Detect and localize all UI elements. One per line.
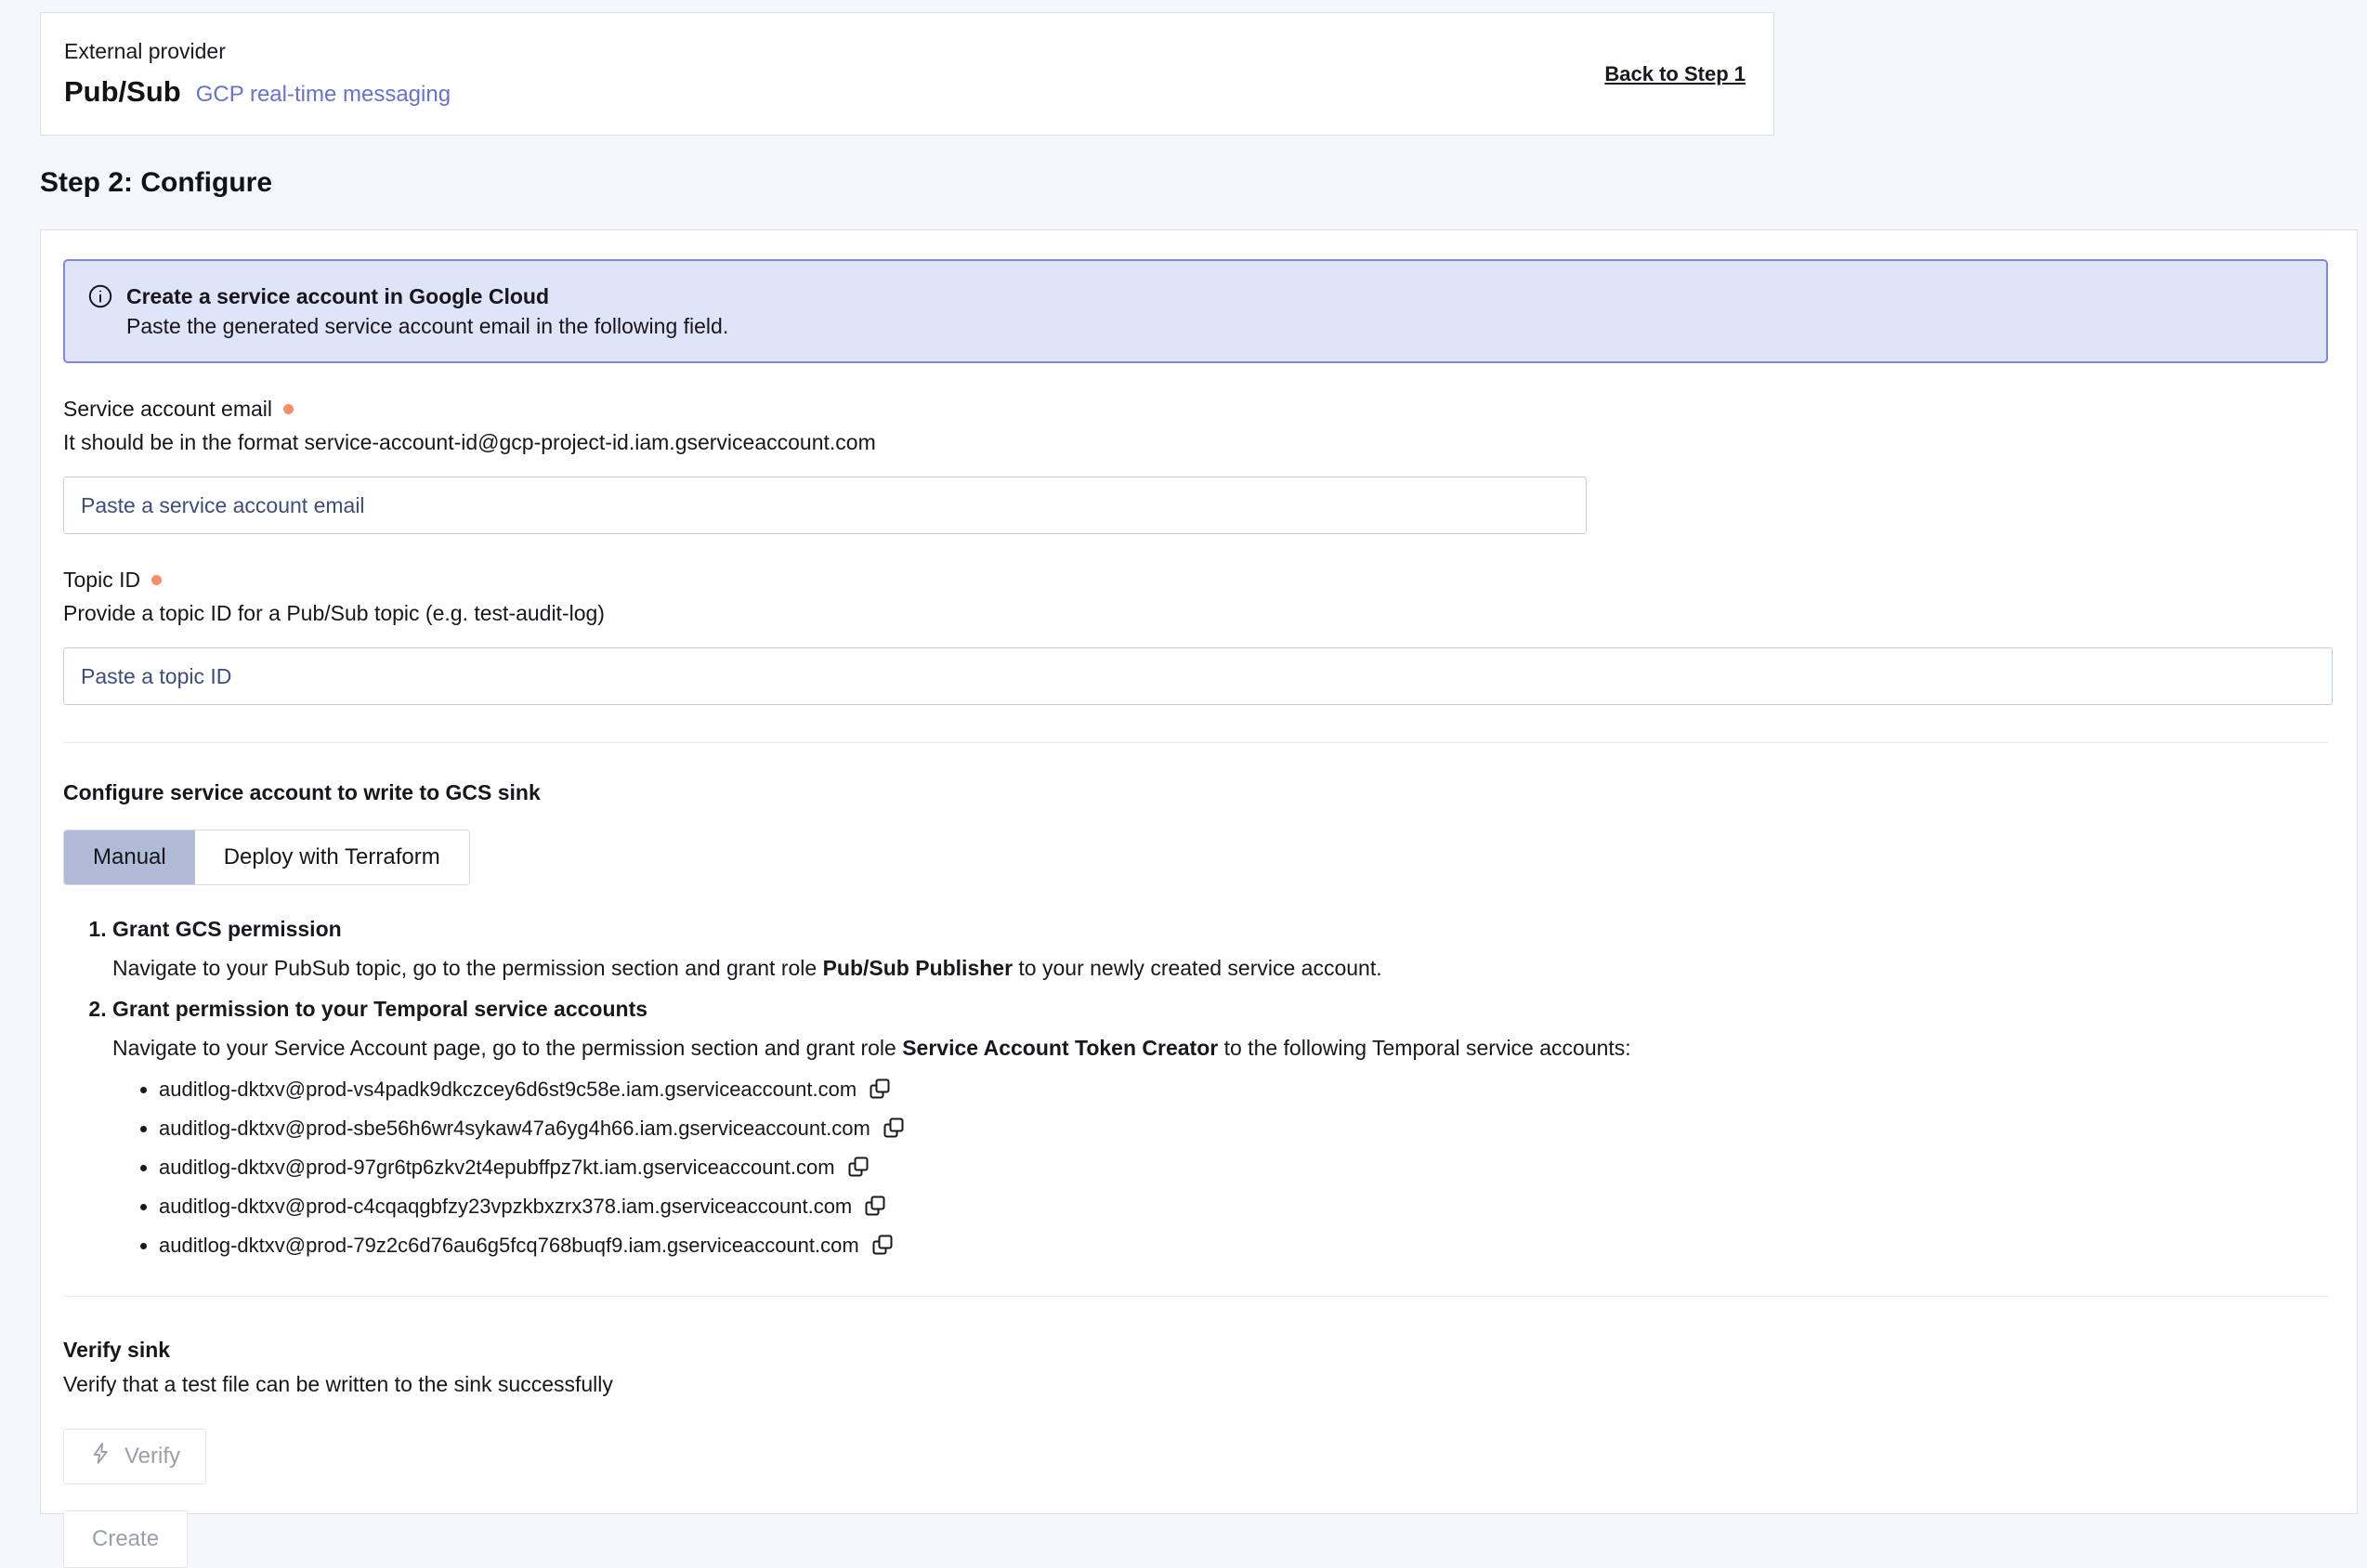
step-body-bold: Service Account Token Creator (902, 1036, 1218, 1060)
step-title: Grant GCS permission (112, 917, 342, 941)
list-item: auditlog-dktxv@prod-vs4padk9dkczcey6d6st… (159, 1078, 2328, 1103)
page-title: Step 2: Configure (40, 167, 272, 199)
required-indicator (283, 404, 294, 414)
provider-name: Pub/Sub (64, 75, 181, 109)
verify-button[interactable]: Verify (63, 1429, 206, 1484)
provider-card: External provider Pub/Sub GCP real-time … (40, 12, 1774, 136)
service-account-email: auditlog-dktxv@prod-79z2c6d76au6g5fcq768… (159, 1235, 859, 1257)
copy-button[interactable] (883, 1117, 905, 1142)
list-item: auditlog-dktxv@prod-sbe56h6wr4sykaw47a6y… (159, 1117, 2328, 1142)
service-account-email-label: Service account email (63, 397, 272, 422)
copy-button[interactable] (871, 1234, 894, 1259)
provider-info: External provider Pub/Sub GCP real-time … (64, 39, 451, 109)
provider-description: GCP real-time messaging (196, 82, 451, 108)
step-grant-temporal-permission: Grant permission to your Temporal servic… (112, 995, 2328, 1259)
info-icon (87, 283, 113, 341)
copy-button[interactable] (864, 1195, 886, 1220)
banner-title: Create a service account in Google Cloud (126, 281, 728, 311)
list-item: auditlog-dktxv@prod-c4cqaqgbfzy23vpzkbxz… (159, 1195, 2328, 1220)
topic-id-label: Topic ID (63, 568, 140, 593)
step-grant-gcs-permission: Grant GCS permission Navigate to your Pu… (112, 915, 2328, 983)
manual-steps-list: Grant GCS permission Navigate to your Pu… (63, 915, 2328, 1258)
step-body: Navigate to your PubSub topic, go to the… (112, 953, 2328, 983)
step-body-bold: Pub/Sub Publisher (823, 956, 1013, 980)
service-account-email: auditlog-dktxv@prod-c4cqaqgbfzy23vpzkbxz… (159, 1196, 852, 1218)
copy-icon (847, 1156, 870, 1181)
configure-section-title: Configure service account to write to GC… (63, 780, 2328, 805)
service-account-email-field-block: Service account email It should be in th… (63, 397, 2328, 534)
back-to-step-1-link[interactable]: Back to Step 1 (1604, 62, 1746, 86)
service-account-email: auditlog-dktxv@prod-sbe56h6wr4sykaw47a6y… (159, 1117, 870, 1140)
service-account-email: auditlog-dktxv@prod-vs4padk9dkczcey6d6st… (159, 1078, 857, 1101)
lightning-icon (89, 1442, 112, 1471)
verify-button-label: Verify (124, 1444, 180, 1470)
step-body-text: to your newly created service account. (1013, 956, 1382, 980)
tab-deploy-with-terraform[interactable]: Deploy with Terraform (195, 830, 469, 884)
topic-id-field-block: Topic ID Provide a topic ID for a Pub/Su… (63, 568, 2328, 705)
service-account-email-input[interactable] (63, 477, 1587, 534)
step-body: Navigate to your Service Account page, g… (112, 1033, 2328, 1063)
copy-button[interactable] (869, 1078, 891, 1103)
list-item: auditlog-dktxv@prod-79z2c6d76au6g5fcq768… (159, 1234, 2328, 1259)
step-title: Grant permission to your Temporal servic… (112, 997, 647, 1021)
topic-id-helper: Provide a topic ID for a Pub/Sub topic (… (63, 601, 2328, 626)
configure-step-card: Create a service account in Google Cloud… (40, 229, 2358, 1514)
verify-sink-title: Verify sink (63, 1338, 2328, 1363)
required-indicator (151, 575, 162, 585)
configure-tabs: Manual Deploy with Terraform (63, 830, 470, 885)
verify-sink-description: Verify that a test file can be written t… (63, 1372, 2328, 1397)
copy-icon (864, 1195, 886, 1220)
provider-card-label: External provider (64, 39, 451, 64)
list-item: auditlog-dktxv@prod-97gr6tp6zkv2t4epubff… (159, 1156, 2328, 1181)
copy-icon (871, 1234, 894, 1259)
step-body-text: Navigate to your PubSub topic, go to the… (112, 956, 823, 980)
service-accounts-list: auditlog-dktxv@prod-vs4padk9dkczcey6d6st… (112, 1078, 2328, 1259)
banner-body: Paste the generated service account emai… (126, 311, 728, 341)
copy-icon (883, 1117, 905, 1142)
section-divider (63, 742, 2328, 743)
step-body-text: Navigate to your Service Account page, g… (112, 1036, 902, 1060)
service-account-email-helper: It should be in the format service-accou… (63, 430, 2328, 455)
create-button-label: Create (92, 1526, 159, 1552)
copy-icon (869, 1078, 891, 1103)
tab-manual[interactable]: Manual (64, 830, 195, 884)
info-banner: Create a service account in Google Cloud… (63, 259, 2328, 363)
step-body-text: to the following Temporal service accoun… (1218, 1036, 1630, 1060)
create-button[interactable]: Create (63, 1510, 188, 1568)
topic-id-input[interactable] (63, 647, 2333, 705)
service-account-email: auditlog-dktxv@prod-97gr6tp6zkv2t4epubff… (159, 1156, 835, 1179)
copy-button[interactable] (847, 1156, 870, 1181)
section-divider (63, 1296, 2328, 1297)
